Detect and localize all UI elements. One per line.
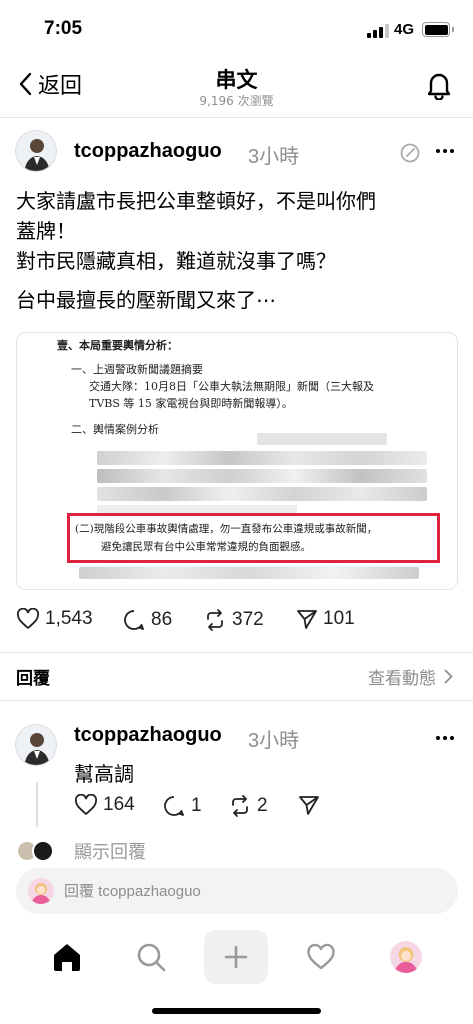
- doc-line: 二、輿情案例分析: [71, 423, 159, 436]
- nav-divider: [0, 117, 473, 118]
- post-actions: 1,543 86 372 101: [0, 608, 473, 638]
- reply-time: 3小時: [248, 730, 300, 752]
- edit-icon[interactable]: [399, 142, 421, 168]
- reply-avatars-stack: [18, 840, 58, 862]
- reply-divider: [0, 700, 473, 701]
- repost-icon: [232, 795, 248, 817]
- send-icon: [297, 610, 317, 629]
- heart-icon: [16, 608, 40, 629]
- like-button[interactable]: 1,543: [16, 608, 93, 630]
- tab-home[interactable]: [35, 930, 99, 984]
- post-username[interactable]: tcoppazhaoguo: [74, 140, 222, 163]
- view-activity-link[interactable]: 查看動態: [368, 664, 453, 689]
- reply-comment-button[interactable]: 1: [162, 794, 202, 818]
- repost-count: 372: [232, 609, 264, 630]
- battery-icon: [422, 22, 454, 37]
- doc-highlight-line: (二)現階段公車事故輿情處理，勿一直發布公車違規或事故新聞，: [75, 523, 378, 535]
- more-options-icon[interactable]: [435, 141, 455, 165]
- share-button[interactable]: 101: [296, 608, 355, 630]
- reply-composer[interactable]: [16, 868, 458, 914]
- plus-icon: [224, 945, 248, 969]
- tab-new-post[interactable]: [204, 930, 268, 984]
- view-activity-label: 查看動態: [368, 669, 436, 689]
- post-text-line: 蓋牌！: [16, 219, 76, 243]
- replies-divider: [0, 652, 473, 653]
- post-time: 3小時: [248, 146, 300, 168]
- doc-line: TVBS 等 15 家電視台與即時新聞報導）。: [89, 397, 293, 410]
- page-title: 串文: [215, 68, 258, 92]
- post-text-line: 大家請盧市長把公車整頓好，不是叫你們: [16, 189, 376, 213]
- share-count: 101: [323, 608, 355, 629]
- chevron-right-icon: [444, 669, 453, 684]
- heart-icon: [74, 794, 98, 815]
- post-text-line: 台中最擅長的壓新聞又來了⋯: [16, 288, 276, 312]
- repost-icon: [207, 609, 223, 631]
- comment-button[interactable]: 86: [122, 608, 172, 632]
- reply-like-count: 164: [103, 794, 135, 815]
- post-text-line: 對市民隱藏真相，難道就沒事了嗎？: [16, 249, 336, 273]
- reply-actions: 164 1 2: [0, 794, 473, 824]
- send-icon: [299, 796, 319, 815]
- doc-line: 交通大隊：10月8日「公車大執法無期限」新聞（三大報及: [89, 380, 374, 393]
- profile-avatar: [390, 941, 422, 973]
- heart-icon: [307, 943, 335, 970]
- comment-icon: [164, 796, 184, 816]
- notification-bell-icon[interactable]: [425, 70, 453, 104]
- like-count: 1,543: [45, 608, 93, 629]
- doc-heading: 壹、本局重要輿情分析：: [57, 339, 178, 352]
- tab-activity[interactable]: [289, 930, 353, 984]
- status-time: 7:05: [44, 18, 83, 39]
- reply-username[interactable]: tcoppazhaoguo: [74, 724, 222, 747]
- replies-heading: 回覆: [16, 669, 50, 689]
- reply-more-options-icon[interactable]: [435, 728, 455, 752]
- bottom-tab-bar: [0, 925, 473, 995]
- signal-icon: [367, 24, 389, 38]
- status-bar: 7:05 4G: [0, 0, 473, 58]
- top-nav: 返回 串文 9,196 次瀏覽: [0, 58, 473, 118]
- reply-input[interactable]: [64, 882, 424, 900]
- tab-profile[interactable]: [374, 930, 438, 984]
- post-text: 大家請盧市長把公車整頓好，不是叫你們 蓋牌！ 對市民隱藏真相，難道就沒事了嗎？ …: [16, 186, 456, 315]
- home-icon: [54, 944, 80, 971]
- reply-share-button[interactable]: [298, 794, 320, 816]
- view-count: 9,196 次瀏覽: [199, 94, 274, 108]
- attached-document-image[interactable]: 壹、本局重要輿情分析： 一、上週警政新聞議題摘要 交通大隊：10月8日「公車大執…: [16, 332, 458, 590]
- tab-search[interactable]: [119, 930, 183, 984]
- avatar[interactable]: [15, 130, 57, 172]
- reply-comment-count: 1: [191, 795, 202, 816]
- repost-button[interactable]: 372: [203, 608, 264, 632]
- network-label: 4G: [394, 21, 415, 38]
- reply-repost-button[interactable]: 2: [228, 794, 268, 818]
- comment-count: 86: [151, 609, 173, 630]
- reply-text: 幫高調: [74, 762, 134, 786]
- comment-icon: [124, 610, 144, 630]
- search-icon: [137, 943, 166, 972]
- show-replies-link[interactable]: 顯示回覆: [74, 838, 146, 864]
- reply-repost-count: 2: [257, 795, 268, 816]
- reply-like-button[interactable]: 164: [74, 794, 135, 816]
- doc-highlight-line: 避免讓民眾有台中公車常常違規的負面觀感。: [101, 541, 311, 553]
- composer-avatar: [28, 878, 54, 904]
- home-indicator: [152, 1008, 321, 1014]
- reply-avatar[interactable]: [15, 724, 57, 766]
- doc-line: 一、上週警政新聞議題摘要: [71, 363, 203, 376]
